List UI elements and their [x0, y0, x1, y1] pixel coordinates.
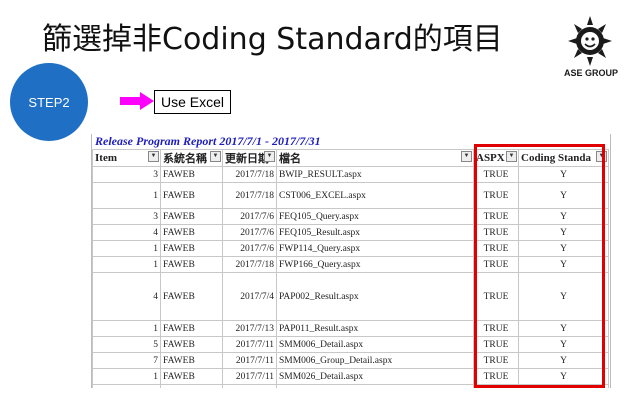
- cell-filename[interactable]: SMM026_Result_IDM.aspx: [276, 384, 474, 388]
- cell-item[interactable]: 4: [92, 224, 161, 241]
- cell-system[interactable]: FAWEB: [160, 256, 223, 273]
- cell-system[interactable]: FAWEB: [160, 352, 223, 369]
- cell-filename[interactable]: PAP011_Result.aspx: [276, 320, 474, 337]
- column-header-item[interactable]: Item ▼: [92, 149, 161, 167]
- cell-date[interactable]: 2017/7/13: [222, 320, 277, 337]
- cell-item[interactable]: 7: [92, 352, 161, 369]
- highlight-box: [474, 144, 605, 388]
- cell-item[interactable]: 1: [92, 368, 161, 385]
- cell-filename[interactable]: PAP002_Result.aspx: [276, 272, 474, 321]
- filter-dropdown-icon[interactable]: ▼: [148, 151, 159, 162]
- column-header-system[interactable]: 系統名稱 ▼: [160, 149, 223, 167]
- arrow-right-icon: [120, 92, 154, 110]
- cell-filename[interactable]: BWIP_RESULT.aspx: [276, 166, 474, 183]
- logo-text: ASE GROUP: [563, 68, 618, 78]
- step-badge: STEP2: [10, 63, 88, 141]
- slide-title: 篩選掉非Coding Standard的項目: [42, 22, 503, 57]
- cell-date[interactable]: 2017/7/11: [222, 384, 277, 388]
- cell-item[interactable]: 1: [92, 256, 161, 273]
- cell-item[interactable]: 4: [92, 384, 161, 388]
- cell-filename[interactable]: CST006_EXCEL.aspx: [276, 182, 474, 209]
- cell-filename[interactable]: SMM006_Detail.aspx: [276, 336, 474, 353]
- cell-date[interactable]: 2017/7/11: [222, 368, 277, 385]
- cell-filename[interactable]: FEQ105_Query.aspx: [276, 208, 474, 225]
- column-header-filename[interactable]: 檔名 ▼: [276, 149, 474, 167]
- cell-date[interactable]: 2017/7/11: [222, 336, 277, 353]
- cell-date[interactable]: 2017/7/18: [222, 182, 277, 209]
- cell-filename[interactable]: SMM026_Detail.aspx: [276, 368, 474, 385]
- cell-item[interactable]: 1: [92, 320, 161, 337]
- cell-filename[interactable]: FEQ105_Result.aspx: [276, 224, 474, 241]
- cell-item[interactable]: 1: [92, 182, 161, 209]
- use-excel-label: Use Excel: [154, 90, 232, 114]
- cell-system[interactable]: FAWEB: [160, 384, 223, 388]
- column-header-date[interactable]: 更新日期 ▼: [222, 149, 277, 167]
- cell-item[interactable]: 4: [92, 272, 161, 321]
- cell-system[interactable]: FAWEB: [160, 208, 223, 225]
- cell-item[interactable]: 5: [92, 336, 161, 353]
- cell-system[interactable]: FAWEB: [160, 336, 223, 353]
- cell-date[interactable]: 2017/7/11: [222, 352, 277, 369]
- cell-system[interactable]: FAWEB: [160, 320, 223, 337]
- cell-system[interactable]: FAWEB: [160, 240, 223, 257]
- step-label: STEP2: [28, 94, 70, 110]
- cell-date[interactable]: 2017/7/18: [222, 256, 277, 273]
- cell-item[interactable]: 1: [92, 240, 161, 257]
- cell-system[interactable]: FAWEB: [160, 368, 223, 385]
- cell-date[interactable]: 2017/7/6: [222, 208, 277, 225]
- filter-dropdown-icon[interactable]: ▼: [210, 151, 221, 162]
- cell-system[interactable]: FAWEB: [160, 272, 223, 321]
- cell-item[interactable]: 3: [92, 208, 161, 225]
- cell-filename[interactable]: SMM006_Group_Detail.aspx: [276, 352, 474, 369]
- filter-dropdown-icon[interactable]: ▼: [461, 151, 472, 162]
- cell-date[interactable]: 2017/7/6: [222, 224, 277, 241]
- cell-filename[interactable]: FWP166_Query.aspx: [276, 256, 474, 273]
- filter-dropdown-icon[interactable]: ▼: [264, 151, 275, 162]
- cell-item[interactable]: 3: [92, 166, 161, 183]
- cell-date[interactable]: 2017/7/4: [222, 272, 277, 321]
- cell-system[interactable]: FAWEB: [160, 166, 223, 183]
- cell-system[interactable]: FAWEB: [160, 224, 223, 241]
- ase-group-logo: ASE GROUP: [560, 16, 620, 82]
- cell-filename[interactable]: FWP114_Query.aspx: [276, 240, 474, 257]
- cell-date[interactable]: 2017/7/6: [222, 240, 277, 257]
- cell-date[interactable]: 2017/7/18: [222, 166, 277, 183]
- gear-face-logo-icon: [568, 16, 612, 66]
- cell-system[interactable]: FAWEB: [160, 182, 223, 209]
